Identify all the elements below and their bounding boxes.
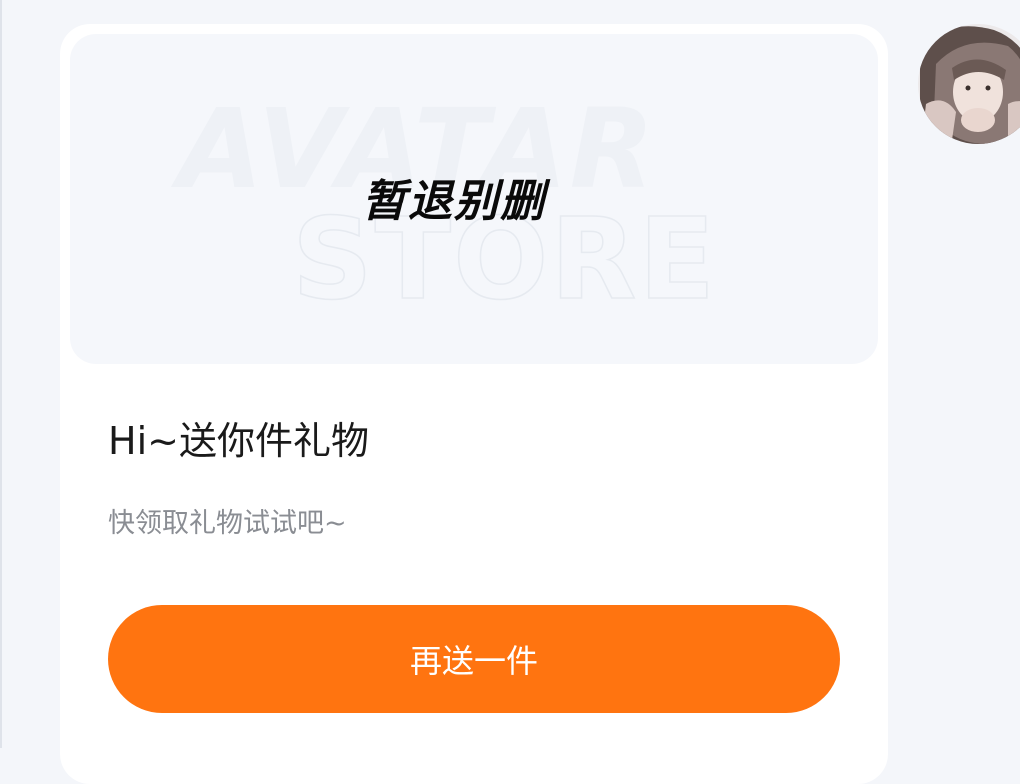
sender-avatar[interactable]	[912, 24, 1020, 146]
gift-subtitle: 快领取礼物试试吧~	[108, 508, 347, 539]
left-edge-divider	[0, 0, 2, 748]
gift-message-card: AVATAR STORE 暂退别删 Hi~送你件礼物 快领取礼物试试吧~ 再送一…	[60, 24, 888, 784]
gift-headline: Hi~送你件礼物	[108, 419, 369, 463]
avatar-photo	[918, 24, 1020, 144]
banner-title: 暂退别删	[362, 176, 546, 227]
send-another-button[interactable]: 再送一件	[108, 605, 840, 713]
gift-banner: AVATAR STORE 暂退别删	[70, 34, 878, 364]
